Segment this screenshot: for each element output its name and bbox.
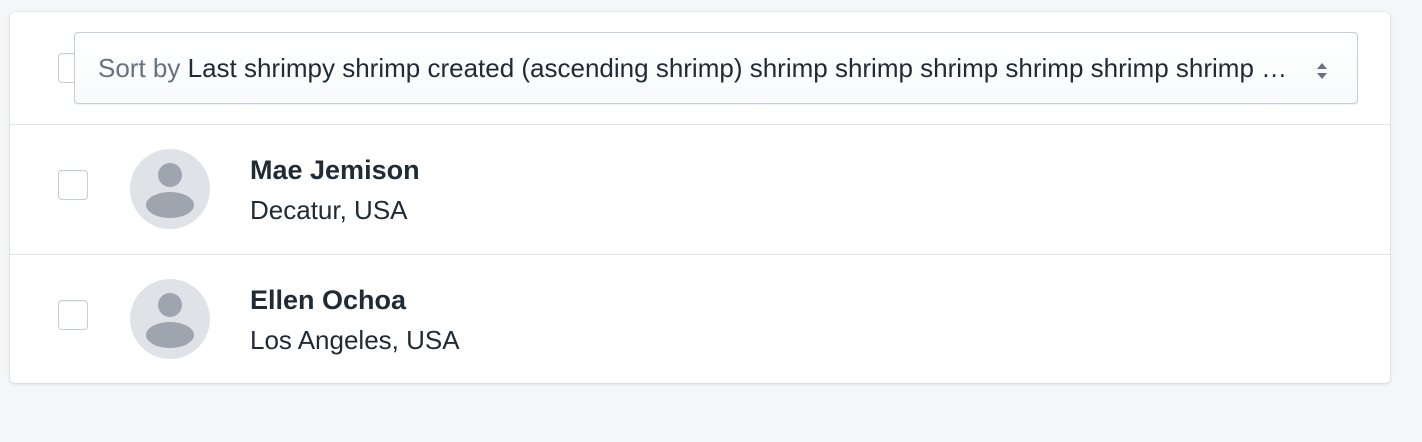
resource-list-card: Sort by Last shrimpy shrimp created (asc… <box>10 12 1390 383</box>
customer-location: Los Angeles, USA <box>250 325 460 355</box>
resource-list-header: Sort by Last shrimpy shrimp created (asc… <box>10 12 1390 125</box>
sort-prefix-label: Sort by <box>98 53 181 83</box>
customer-location: Decatur, USA <box>250 195 408 225</box>
list-item[interactable]: Mae Jemison Decatur, USA <box>10 125 1390 255</box>
list-item-checkbox[interactable] <box>58 170 88 200</box>
avatar <box>130 279 210 359</box>
sort-selected-value: Last shrimpy shrimp created (ascending s… <box>187 53 1297 83</box>
sort-select[interactable]: Sort by Last shrimpy shrimp created (asc… <box>74 32 1358 104</box>
avatar <box>130 149 210 229</box>
sort-select-text: Sort by Last shrimpy shrimp created (asc… <box>98 51 1297 85</box>
person-avatar-icon <box>146 293 194 348</box>
list-item[interactable]: Ellen Ochoa Los Angeles, USA <box>10 255 1390 383</box>
list-item-checkbox[interactable] <box>58 300 88 330</box>
person-avatar-icon <box>146 163 194 218</box>
customer-name: Mae Jemison <box>250 155 420 185</box>
customer-name: Ellen Ochoa <box>250 285 407 315</box>
caret-up-down-icon <box>1315 57 1329 81</box>
